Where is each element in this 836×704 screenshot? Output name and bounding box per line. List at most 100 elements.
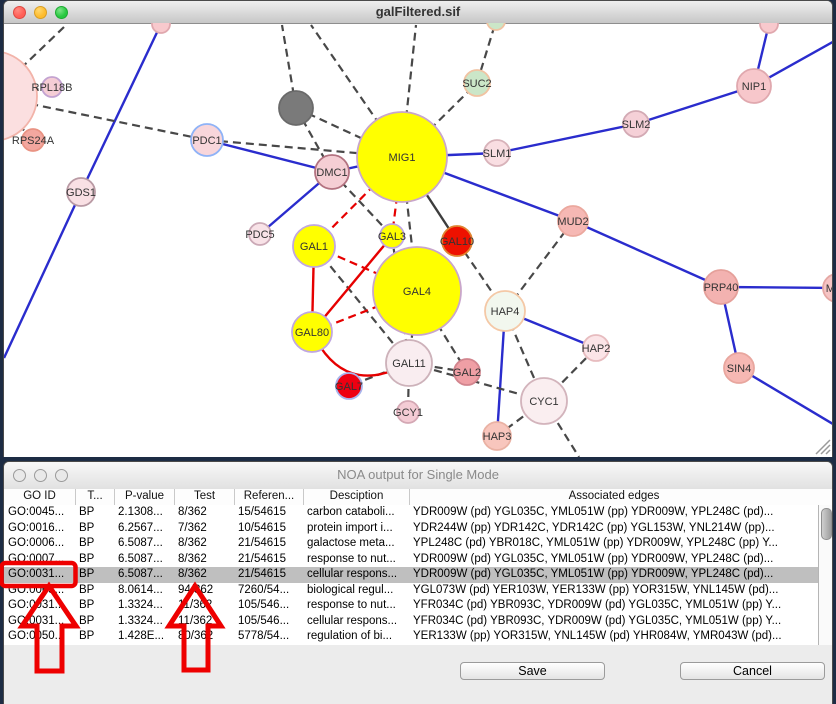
table-row[interactable]: GO:0031...BP1.3324...11/362105/546...res…	[4, 598, 818, 614]
table-cell: 8/362	[174, 536, 234, 552]
table-row[interactable]: GO:0016...BP6.2567...7/36210/54615protei…	[4, 521, 818, 537]
graph-node-gal80[interactable]	[292, 312, 332, 352]
graph-node-unlabeled[interactable]	[760, 23, 778, 33]
graph-node-hap2[interactable]	[583, 335, 609, 361]
table-cell: 7260/54...	[234, 583, 303, 599]
table-cell: BP	[75, 521, 114, 537]
column-header-go-id[interactable]: GO ID	[4, 489, 75, 505]
table-cell: YFR034C (pd) YBR093C, YDR009W (pd) YGL03…	[409, 598, 818, 614]
graph-node-mud2[interactable]	[558, 206, 588, 236]
graph-node-nip1[interactable]	[737, 69, 771, 103]
graph-node-mig1[interactable]	[357, 112, 447, 202]
table-header-row: GO IDT...P-valueTestReferen...Desciption…	[4, 489, 832, 506]
graph-node-gal1[interactable]	[293, 225, 335, 267]
column-header-desciption[interactable]: Desciption	[303, 489, 409, 505]
table-cell: YDR009W (pd) YGL035C, YML051W (pp) YDR00…	[409, 505, 818, 521]
graph-node-suc2[interactable]	[464, 70, 490, 96]
minimize-button[interactable]	[34, 469, 47, 482]
graph-node-hap3[interactable]	[483, 422, 511, 450]
zoom-button[interactable]	[55, 6, 68, 19]
table-cell: 21/54615	[234, 552, 303, 568]
graph-node-unlabeled[interactable]	[487, 23, 505, 30]
table-cell: 21/54615	[234, 567, 303, 583]
noa-window-titlebar[interactable]: NOA output for Single Mode	[4, 462, 832, 490]
table-cell: 6.2567...	[114, 521, 174, 537]
edges-layer	[4, 23, 832, 457]
table-cell: 10/54615	[234, 521, 303, 537]
table-cell: GO:0031...	[4, 567, 75, 583]
table-cell: GO:0016...	[4, 521, 75, 537]
graph-node-gal7[interactable]	[336, 373, 362, 399]
graph-node-pdc1[interactable]	[191, 124, 223, 156]
close-button[interactable]	[13, 6, 26, 19]
column-header-associated-edges[interactable]: Associated edges	[409, 489, 818, 505]
resize-grip-icon[interactable]	[816, 440, 830, 454]
vertical-scrollbar[interactable]	[818, 505, 832, 645]
save-button[interactable]: Save	[460, 662, 605, 680]
graph-edge	[636, 86, 754, 124]
network-window-titlebar[interactable]: galFiltered.sif	[4, 1, 832, 24]
graph-node-sin4[interactable]	[724, 353, 754, 383]
table-cell: 1.3324...	[114, 614, 174, 630]
graph-node-gds1[interactable]	[67, 178, 95, 206]
table-cell: 11/362	[174, 598, 234, 614]
graph-node-gal3[interactable]	[380, 224, 404, 248]
column-header-test[interactable]: Test	[174, 489, 234, 505]
table-cell: cellular respons...	[303, 567, 409, 583]
table-row[interactable]: GO:0007...BP6.5087...8/36221/54615respon…	[4, 552, 818, 568]
table-cell: YDR009W (pd) YGL035C, YML051W (pp) YDR00…	[409, 567, 818, 583]
table-cell: 7/362	[174, 521, 234, 537]
table-row[interactable]: GO:0006...BP6.5087...8/36221/54615galact…	[4, 536, 818, 552]
graph-node-pdc5[interactable]	[249, 223, 271, 245]
traffic-lights-inactive	[13, 462, 68, 489]
graph-node-gcy1[interactable]	[397, 401, 419, 423]
network-window: galFiltered.sif RPL18BRPS24AGDS1PDC1DMC1…	[3, 0, 833, 457]
zoom-button[interactable]	[55, 469, 68, 482]
close-button[interactable]	[13, 469, 26, 482]
network-canvas[interactable]: RPL18BRPS24AGDS1PDC1DMC1MIG1SUC2NIP1SLM2…	[4, 23, 832, 457]
graph-node-msl[interactable]	[823, 274, 832, 302]
table-cell: 8/362	[174, 567, 234, 583]
graph-node-gal2[interactable]	[454, 359, 480, 385]
table-cell: GO:0045...	[4, 505, 75, 521]
column-header-p-value[interactable]: P-value	[114, 489, 174, 505]
table-cell: 5778/54...	[234, 629, 303, 645]
table-row[interactable]: GO:0031...BP6.5087...8/36221/54615cellul…	[4, 567, 818, 583]
graph-node-gal4[interactable]	[373, 247, 461, 335]
table-cell: BP	[75, 536, 114, 552]
minimize-button[interactable]	[34, 6, 47, 19]
graph-node-dmc1[interactable]	[315, 155, 349, 189]
graph-node-prp40[interactable]	[704, 270, 738, 304]
graph-node-slm2[interactable]	[623, 111, 649, 137]
table-cell: YER133W (pp) YOR315W, YNL145W (pd) YHR08…	[409, 629, 818, 645]
column-header-referen-[interactable]: Referen...	[234, 489, 303, 505]
graph-node-gal10[interactable]	[442, 226, 472, 256]
table-cell: 94/362	[174, 583, 234, 599]
graph-node-hap4[interactable]	[485, 291, 525, 331]
table-cell: 6.5087...	[114, 567, 174, 583]
table-row[interactable]: GO:0031...BP1.3324...11/362105/546...cel…	[4, 614, 818, 630]
scrollbar-thumb[interactable]	[821, 508, 832, 540]
graph-node-slm1[interactable]	[484, 140, 510, 166]
cancel-button[interactable]: Cancel	[680, 662, 825, 680]
graph-edge	[4, 192, 81, 358]
table-cell: BP	[75, 629, 114, 645]
table-row[interactable]: GO:0045...BP2.1308...8/36215/54615carbon…	[4, 505, 818, 521]
graph-node-gal11[interactable]	[386, 340, 432, 386]
table-row[interactable]: GO:0065...BP8.0614...94/3627260/54...bio…	[4, 583, 818, 599]
table-cell: carbon cataboli...	[303, 505, 409, 521]
table-cell: regulation of bi...	[303, 629, 409, 645]
graph-node-unlabeled[interactable]	[279, 91, 313, 125]
table-cell: 1.3324...	[114, 598, 174, 614]
graph-node-unlabeled[interactable]	[152, 23, 170, 33]
table-cell: BP	[75, 598, 114, 614]
table-cell: biological regul...	[303, 583, 409, 599]
graph-node-unlabeled[interactable]	[4, 51, 37, 141]
table-row[interactable]: GO:0050...BP1.428E...80/3625778/54...reg…	[4, 629, 818, 645]
graph-node-cyc1[interactable]	[521, 378, 567, 424]
column-header-t-[interactable]: T...	[75, 489, 114, 505]
graph-node-rpl18b[interactable]	[42, 77, 62, 97]
table-cell: YFR034C (pd) YBR093C, YDR009W (pd) YGL03…	[409, 614, 818, 630]
graph-node-rps24a[interactable]	[22, 129, 44, 151]
table-cell: GO:0007...	[4, 552, 75, 568]
